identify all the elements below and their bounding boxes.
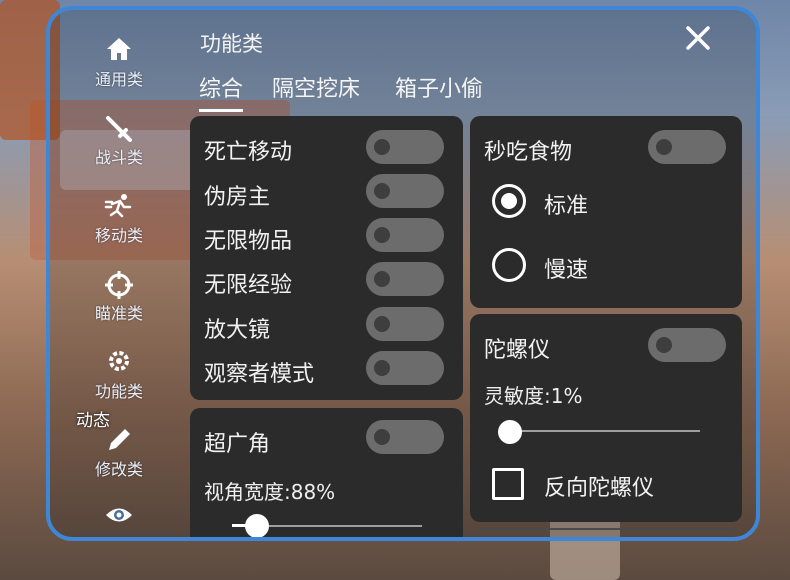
gyroscope-card: 陀螺仪 灵敏度:1% 反向陀螺仪 <box>470 314 742 522</box>
toggle-label: 无限经验 <box>204 273 293 298</box>
toggle-death-move[interactable] <box>366 130 444 164</box>
toggle-knob <box>374 139 390 155</box>
toggle-wide-angle[interactable] <box>366 420 444 454</box>
general-toggles-card: 死亡移动 伪房主 无限物品 无限经验 放大镜 观察者模式 <box>190 116 463 400</box>
fov-value-label: 视角宽度:88% <box>204 480 336 504</box>
toggle-knob <box>374 227 390 243</box>
home-icon <box>88 36 150 66</box>
panel-title: 功能类 <box>200 32 263 56</box>
sidebar-item-modify[interactable]: 修改类 <box>88 426 150 480</box>
toggle-label: 死亡移动 <box>204 140 293 165</box>
sensitivity-slider-thumb[interactable] <box>498 420 522 444</box>
toggle-spectator-mode[interactable] <box>366 351 444 385</box>
toggle-magnifier[interactable] <box>366 307 444 341</box>
sensitivity-label: 灵敏度:1% <box>484 384 583 408</box>
sidebar-item-general[interactable]: 通用类 <box>88 36 150 90</box>
dynamic-overlay-label[interactable]: 动态 <box>76 406 110 431</box>
instant-eat-card: 秒吃食物 标准 慢速 <box>470 116 742 308</box>
sword-icon <box>88 114 150 144</box>
tab-general[interactable]: 综合 <box>199 72 244 112</box>
fov-card: 超广角 视角宽度:88% <box>190 408 463 537</box>
sidebar-item-label: 修改类 <box>94 460 143 479</box>
sensitivity-slider-track[interactable] <box>510 430 700 432</box>
gyroscope-label: 陀螺仪 <box>484 338 551 363</box>
crosshair-icon <box>88 270 150 300</box>
eye-icon <box>88 504 150 534</box>
sidebar-item-label: 战斗类 <box>94 148 143 167</box>
toggle-label: 放大镜 <box>204 318 271 343</box>
sidebar-item-label: 功能类 <box>94 382 143 401</box>
toggle-knob <box>374 360 390 376</box>
running-icon <box>88 192 150 222</box>
toggle-knob <box>656 139 672 155</box>
sidebar-item-combat[interactable]: 战斗类 <box>88 114 150 168</box>
tab-remote-bed-dig[interactable]: 隔空挖床 <box>272 72 360 108</box>
radio-dot <box>501 193 517 209</box>
invert-gyroscope-checkbox[interactable] <box>492 468 524 500</box>
toggle-label: 无限物品 <box>204 229 293 254</box>
gear-icon <box>88 348 150 378</box>
radio-standard[interactable] <box>492 184 526 218</box>
sidebar-item-label: 移动类 <box>94 226 143 245</box>
sidebar: 通用类 战斗类 移动类 瞄准类 功能类 修改类 动态 <box>50 10 190 537</box>
sidebar-item-movement[interactable]: 移动类 <box>88 192 150 246</box>
toggle-gyroscope[interactable] <box>648 328 726 362</box>
instant-eat-label: 秒吃食物 <box>484 140 573 165</box>
toggle-knob <box>374 271 390 287</box>
toggle-fake-host[interactable] <box>366 174 444 208</box>
toggle-knob <box>374 183 390 199</box>
function-panel: 通用类 战斗类 移动类 瞄准类 功能类 修改类 动态 功能类 综合 隔空挖床 箱… <box>46 6 760 541</box>
toggle-instant-eat[interactable] <box>648 130 726 164</box>
close-button[interactable] <box>684 24 712 52</box>
fov-label: 超广角 <box>204 432 271 457</box>
sidebar-item-function[interactable]: 功能类 <box>88 348 150 402</box>
fov-slider-thumb[interactable] <box>245 514 269 537</box>
sidebar-item-label: 通用类 <box>94 70 143 89</box>
invert-gyroscope-label: 反向陀螺仪 <box>544 476 655 501</box>
toggle-label: 观察者模式 <box>204 362 315 387</box>
close-icon <box>686 26 710 50</box>
divider <box>476 528 734 530</box>
toggle-infinite-exp[interactable] <box>366 262 444 296</box>
radio-slow[interactable] <box>492 248 526 282</box>
toggle-infinite-items[interactable] <box>366 218 444 252</box>
toggle-knob <box>656 337 672 353</box>
radio-slow-label: 慢速 <box>544 258 589 283</box>
toggle-knob <box>374 316 390 332</box>
tab-chest-stealer[interactable]: 箱子小偷 <box>395 72 483 108</box>
sidebar-item-view[interactable] <box>88 504 150 534</box>
sidebar-item-aim[interactable]: 瞄准类 <box>88 270 150 324</box>
radio-standard-label: 标准 <box>544 194 589 219</box>
sidebar-item-label: 瞄准类 <box>94 304 143 323</box>
toggle-knob <box>374 429 390 445</box>
toggle-label: 伪房主 <box>204 185 271 210</box>
